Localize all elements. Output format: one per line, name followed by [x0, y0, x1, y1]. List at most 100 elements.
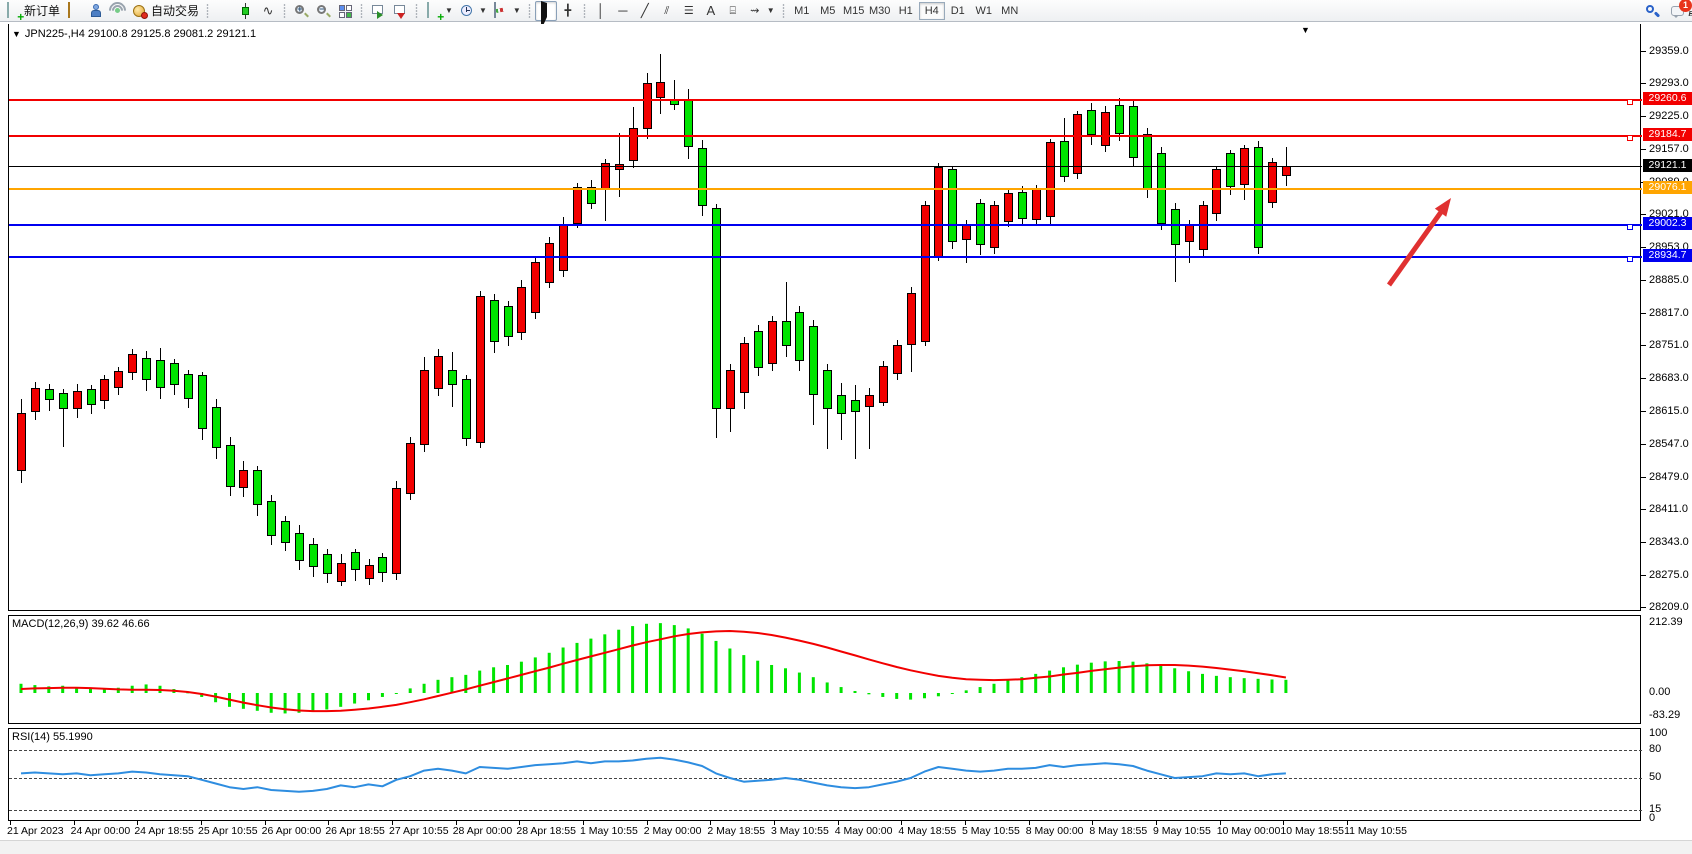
- macd-histogram-bar: [1104, 661, 1107, 693]
- trendline-button[interactable]: ╱: [634, 1, 656, 21]
- timeframe-m30[interactable]: M30: [867, 2, 893, 20]
- history-icon: [66, 3, 82, 19]
- timeframe-mn[interactable]: MN: [997, 2, 1023, 20]
- auto-scroll-button[interactable]: [367, 1, 389, 21]
- macd-label: MACD(12,26,9) 39.62 46.66: [12, 618, 150, 630]
- zoom-in-button[interactable]: +: [290, 1, 312, 21]
- toolbar-separator: [527, 3, 532, 19]
- timeframe-m15[interactable]: M15: [841, 2, 867, 20]
- macd-histogram-bar: [840, 687, 843, 693]
- chart-shift-button[interactable]: [63, 1, 85, 21]
- tile-windows-button[interactable]: [334, 1, 356, 21]
- macd-histogram-bar: [1229, 677, 1232, 693]
- time-axis-label: 10 May 00:00: [1217, 825, 1281, 837]
- time-axis-label: 27 Apr 10:55: [389, 825, 449, 837]
- rsi-indicator-panel[interactable]: [8, 728, 1641, 821]
- market-watch-button[interactable]: [85, 1, 107, 21]
- vertical-line-icon: │: [593, 3, 609, 19]
- price-axis-label: 28547.0: [1649, 438, 1689, 450]
- crosshair-button[interactable]: ╋: [557, 1, 579, 21]
- price-axis-label: 28885.0: [1649, 274, 1689, 286]
- candlestick-chart-button[interactable]: [235, 1, 257, 21]
- bar-chart-icon: [216, 3, 232, 19]
- timeframe-h4[interactable]: H4: [919, 2, 945, 20]
- macd-histogram-bar: [617, 630, 620, 693]
- bar-chart-button[interactable]: [213, 1, 235, 21]
- chart-shift-end-button[interactable]: [389, 1, 411, 21]
- channel-icon: ⫽E: [659, 3, 675, 19]
- toolbar-separator: [205, 3, 210, 19]
- price-axis-label: 29359.0: [1649, 45, 1689, 57]
- rsi-plot-layer: [9, 729, 1642, 822]
- collapse-arrow-icon[interactable]: ▼: [12, 29, 21, 39]
- new-order-button[interactable]: 新订单: [2, 1, 63, 21]
- zoom-out-button[interactable]: −: [312, 1, 334, 21]
- cursor-button[interactable]: [535, 1, 557, 21]
- notifications-icon[interactable]: 1: [1670, 3, 1686, 19]
- macd-histogram-bar: [548, 653, 551, 693]
- toolbar-separator: [781, 3, 786, 19]
- macd-histogram-bar: [1048, 671, 1051, 693]
- time-axis-label: 28 Apr 18:55: [516, 825, 576, 837]
- signals-button[interactable]: [107, 1, 129, 21]
- macd-histogram-bar: [1201, 674, 1204, 693]
- text-icon: A: [703, 3, 719, 19]
- rsi-axis-label: 80: [1649, 743, 1661, 755]
- macd-histogram-bar: [881, 693, 884, 697]
- rsi-label: RSI(14) 55.1990: [12, 731, 93, 743]
- time-axis-label: 24 Apr 00:00: [71, 825, 131, 837]
- horizontal-line-button[interactable]: ─: [612, 1, 634, 21]
- trend-arrow-annotation[interactable]: [9, 24, 1642, 611]
- dropdown-arrow-icon: ▼: [479, 6, 487, 15]
- macd-histogram-bar: [951, 693, 954, 694]
- new-order-button-label: 新订单: [24, 2, 60, 19]
- auto-trading-icon: [132, 3, 148, 19]
- main-toolbar: 新订单自动交易∿+−▼▼▼╋│─╱⫽E☰FA⌸⇝▼M1M5M15M30H1H4D…: [0, 0, 1692, 22]
- macd-signal-line: [21, 631, 1286, 711]
- macd-histogram-bar: [645, 624, 648, 693]
- time-axis-label: 24 Apr 18:55: [134, 825, 194, 837]
- dropdown-arrow-icon: ▼: [767, 6, 775, 15]
- macd-histogram-bar: [659, 623, 662, 693]
- time-axis-label: 4 May 00:00: [835, 825, 893, 837]
- macd-indicator-panel[interactable]: [8, 615, 1641, 724]
- scroll-end-marker-icon[interactable]: ▼: [1301, 25, 1310, 35]
- macd-histogram-bar: [1076, 665, 1079, 693]
- timeframe-m5[interactable]: M5: [815, 2, 841, 20]
- tile-windows-icon: [337, 3, 353, 19]
- text-button[interactable]: A: [700, 1, 722, 21]
- zoom-in-icon: +: [293, 3, 309, 19]
- macd-histogram-bar: [1159, 666, 1162, 693]
- macd-axis-label: 212.39: [1649, 616, 1683, 628]
- line-chart-button[interactable]: ∿: [257, 1, 279, 21]
- auto-scroll-icon: [370, 3, 386, 19]
- macd-histogram-bar: [242, 693, 245, 709]
- time-axis-label: 10 May 18:55: [1280, 825, 1344, 837]
- timeframe-m1[interactable]: M1: [789, 2, 815, 20]
- macd-histogram-bar: [1090, 663, 1093, 693]
- auto-trading-button[interactable]: 自动交易: [129, 1, 202, 21]
- time-axis-label: 21 Apr 2023: [7, 825, 64, 837]
- periods-button[interactable]: ▼: [456, 1, 490, 21]
- timeframe-d1[interactable]: D1: [945, 2, 971, 20]
- clock-icon: [459, 3, 475, 19]
- fibonacci-button[interactable]: ☰F: [678, 1, 700, 21]
- main-chart-panel[interactable]: [8, 24, 1641, 611]
- macd-histogram-bar: [325, 693, 328, 709]
- new-chart-button[interactable]: ▼: [422, 1, 456, 21]
- macd-histogram-bar: [256, 693, 259, 711]
- macd-histogram-bar: [1243, 678, 1246, 693]
- price-tag-29184.7: 29184.7: [1643, 128, 1692, 141]
- label-button[interactable]: ⌸: [722, 1, 744, 21]
- vertical-line-button[interactable]: │: [590, 1, 612, 21]
- arrows-button[interactable]: ⇝▼: [744, 1, 778, 21]
- timeframe-h1[interactable]: H1: [893, 2, 919, 20]
- macd-histogram-bar: [965, 690, 968, 693]
- zoom-out-icon: −: [315, 3, 331, 19]
- time-axis-label: 28 Apr 00:00: [453, 825, 513, 837]
- search-icon[interactable]: [1644, 3, 1660, 19]
- templates-button[interactable]: ▼: [490, 1, 524, 21]
- channel-button[interactable]: ⫽E: [656, 1, 678, 21]
- timeframe-w1[interactable]: W1: [971, 2, 997, 20]
- time-axis-label: 26 Apr 00:00: [262, 825, 322, 837]
